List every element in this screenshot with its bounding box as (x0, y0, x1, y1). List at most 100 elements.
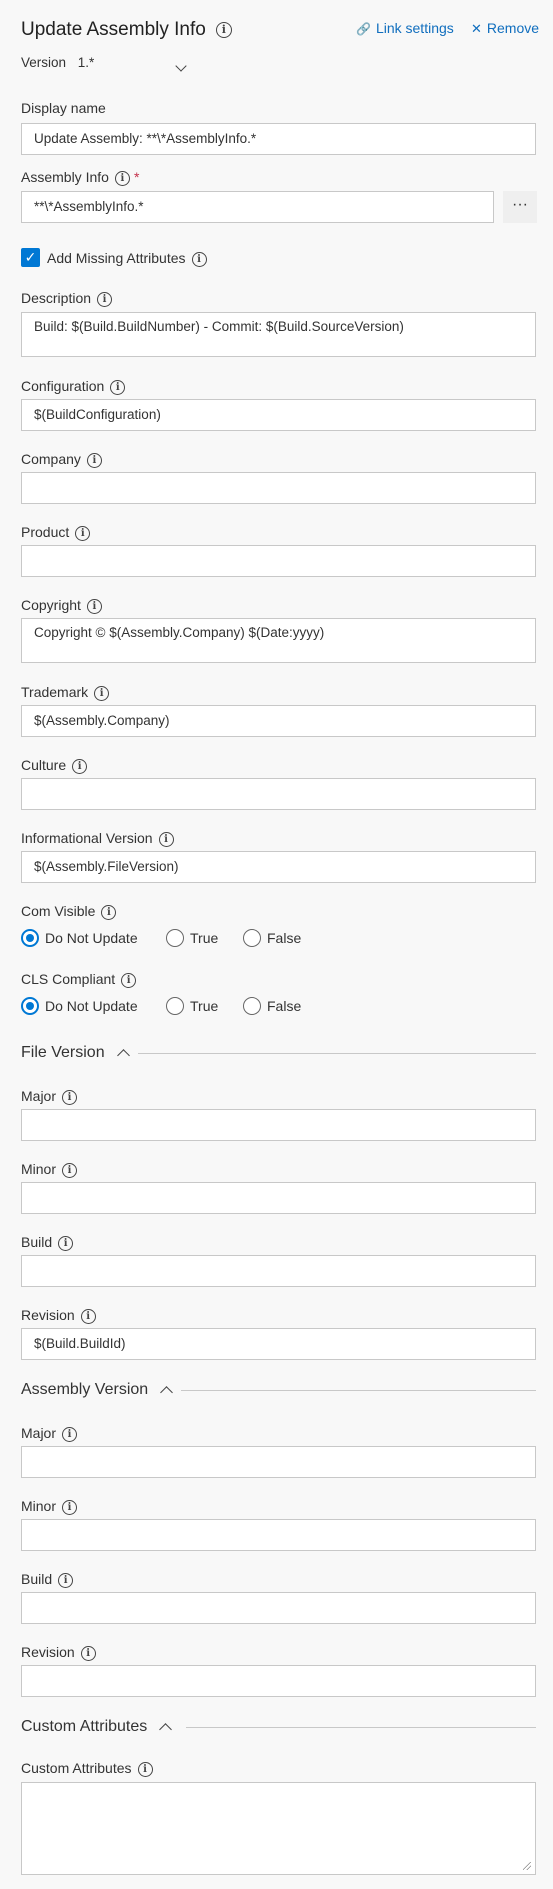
display-name-label: Display name (21, 100, 106, 116)
trademark-label-text: Trademark (21, 684, 89, 700)
add-missing-attributes-row: Add Missing Attributes i (47, 250, 207, 267)
radio-icon[interactable] (243, 997, 261, 1016)
remove-button[interactable]: ✕ Remove (471, 20, 539, 37)
copyright-label: Copyright i (21, 597, 102, 614)
trademark-label: Trademark i (21, 684, 110, 701)
info-icon[interactable]: i (137, 1761, 153, 1777)
copyright-input[interactable]: Copyright © $(Assembly.Company) $(Date:y… (21, 618, 536, 663)
custom-attributes-textarea[interactable] (21, 1782, 536, 1875)
culture-label-text: Culture (21, 757, 67, 773)
close-icon: ✕ (471, 21, 482, 36)
cls-compliant-option-true[interactable]: True (166, 997, 218, 1016)
section-divider (186, 1727, 536, 1728)
file-version-title: File Version (21, 1044, 105, 1061)
info-icon[interactable]: i (97, 291, 113, 307)
resize-handle-icon[interactable] (523, 1862, 531, 1870)
assembly-info-input[interactable]: **\*AssemblyInfo.* (21, 191, 494, 223)
required-marker: * (133, 169, 140, 185)
trademark-input[interactable]: $(Assembly.Company) (21, 705, 536, 737)
com-visible-option-true[interactable]: True (166, 929, 218, 948)
version-selector[interactable]: Version 1.* (21, 55, 94, 70)
custom-attributes-section-header[interactable]: Custom Attributes (21, 1718, 173, 1737)
product-label: Product i (21, 524, 91, 541)
product-input[interactable] (21, 545, 536, 577)
panel-header: Update Assembly Info i (21, 19, 232, 41)
chevron-up-icon[interactable] (160, 1386, 174, 1400)
custom-attributes-title: Custom Attributes (21, 1718, 148, 1735)
file-revision-label: Revision i (21, 1307, 96, 1324)
cls-compliant-label-text: CLS Compliant (21, 971, 116, 987)
company-input[interactable] (21, 472, 536, 504)
info-icon[interactable]: i (62, 1499, 78, 1515)
assembly-info-label: Assembly Info i * (21, 169, 139, 186)
radio-icon[interactable] (166, 929, 184, 948)
info-icon[interactable]: i (101, 904, 117, 920)
informational-version-label: Informational Version i (21, 830, 174, 847)
info-icon[interactable]: i (80, 1308, 96, 1324)
assembly-major-input[interactable] (21, 1446, 536, 1478)
file-build-input[interactable] (21, 1255, 536, 1287)
com-visible-option-do-not-update[interactable]: Do Not Update (21, 929, 138, 948)
info-icon[interactable]: i (158, 831, 174, 847)
info-icon[interactable]: i (110, 379, 126, 395)
radio-selected-icon[interactable] (21, 929, 39, 948)
info-icon[interactable]: i (80, 1645, 96, 1661)
file-major-input[interactable] (21, 1109, 536, 1141)
display-name-input[interactable]: Update Assembly: **\*AssemblyInfo.* (21, 123, 536, 155)
product-label-text: Product (21, 524, 70, 540)
chevron-up-icon[interactable] (116, 1049, 130, 1063)
info-icon[interactable]: i (94, 685, 110, 701)
custom-attributes-label-text: Custom Attributes (21, 1760, 132, 1776)
file-revision-label-text: Revision (21, 1307, 75, 1323)
info-icon[interactable]: i (86, 598, 102, 614)
info-icon[interactable]: i (58, 1572, 74, 1588)
assembly-revision-input[interactable] (21, 1665, 536, 1697)
com-visible-option-false[interactable]: False (243, 929, 301, 948)
assembly-build-input[interactable] (21, 1592, 536, 1624)
chevron-up-icon[interactable] (159, 1723, 173, 1737)
culture-input[interactable] (21, 778, 536, 810)
file-minor-label-text: Minor (21, 1161, 57, 1177)
copyright-label-text: Copyright (21, 597, 81, 613)
description-label-text: Description (21, 290, 92, 306)
info-icon[interactable]: i (62, 1426, 78, 1442)
company-label: Company i (21, 451, 102, 468)
link-settings-button[interactable]: 🔗 Link settings (356, 20, 454, 36)
file-revision-input[interactable]: $(Build.BuildId) (21, 1328, 536, 1360)
informational-version-input[interactable]: $(Assembly.FileVersion) (21, 851, 536, 883)
assembly-revision-label-text: Revision (21, 1644, 75, 1660)
radio-icon[interactable] (166, 997, 184, 1016)
info-icon[interactable]: i (75, 525, 91, 541)
file-minor-label: Minor i (21, 1161, 78, 1178)
file-minor-input[interactable] (21, 1182, 536, 1214)
section-divider (138, 1053, 536, 1054)
radio-selected-icon[interactable] (21, 997, 39, 1016)
culture-label: Culture i (21, 757, 88, 774)
info-icon[interactable]: i (58, 1235, 74, 1251)
cls-compliant-option-do-not-update[interactable]: Do Not Update (21, 997, 138, 1016)
info-icon[interactable]: i (215, 21, 232, 38)
description-input[interactable]: Build: $(Build.BuildNumber) - Commit: $(… (21, 312, 536, 357)
info-icon[interactable]: i (62, 1162, 78, 1178)
info-icon[interactable]: i (121, 972, 137, 988)
info-icon[interactable]: i (191, 251, 207, 267)
file-major-label: Major i (21, 1088, 78, 1105)
cls-compliant-option-false[interactable]: False (243, 997, 301, 1016)
configuration-label-text: Configuration (21, 378, 105, 394)
file-version-section-header[interactable]: File Version (21, 1044, 130, 1063)
com-visible-label-text: Com Visible (21, 903, 96, 919)
radio-icon[interactable] (243, 929, 261, 948)
assembly-minor-label-text: Minor (21, 1498, 57, 1514)
info-icon[interactable]: i (62, 1089, 78, 1105)
add-missing-attributes-checkbox[interactable]: ✓ (21, 248, 40, 267)
configuration-input[interactable]: $(BuildConfiguration) (21, 399, 536, 431)
assembly-version-section-header[interactable]: Assembly Version (21, 1381, 174, 1400)
info-icon[interactable]: i (72, 758, 88, 774)
info-icon[interactable]: i (114, 170, 130, 186)
info-icon[interactable]: i (86, 452, 102, 468)
file-build-label: Build i (21, 1234, 74, 1251)
assembly-minor-input[interactable] (21, 1519, 536, 1551)
file-major-label-text: Major (21, 1088, 57, 1104)
chevron-down-icon[interactable] (175, 57, 187, 75)
browse-button[interactable]: ··· (503, 191, 537, 223)
